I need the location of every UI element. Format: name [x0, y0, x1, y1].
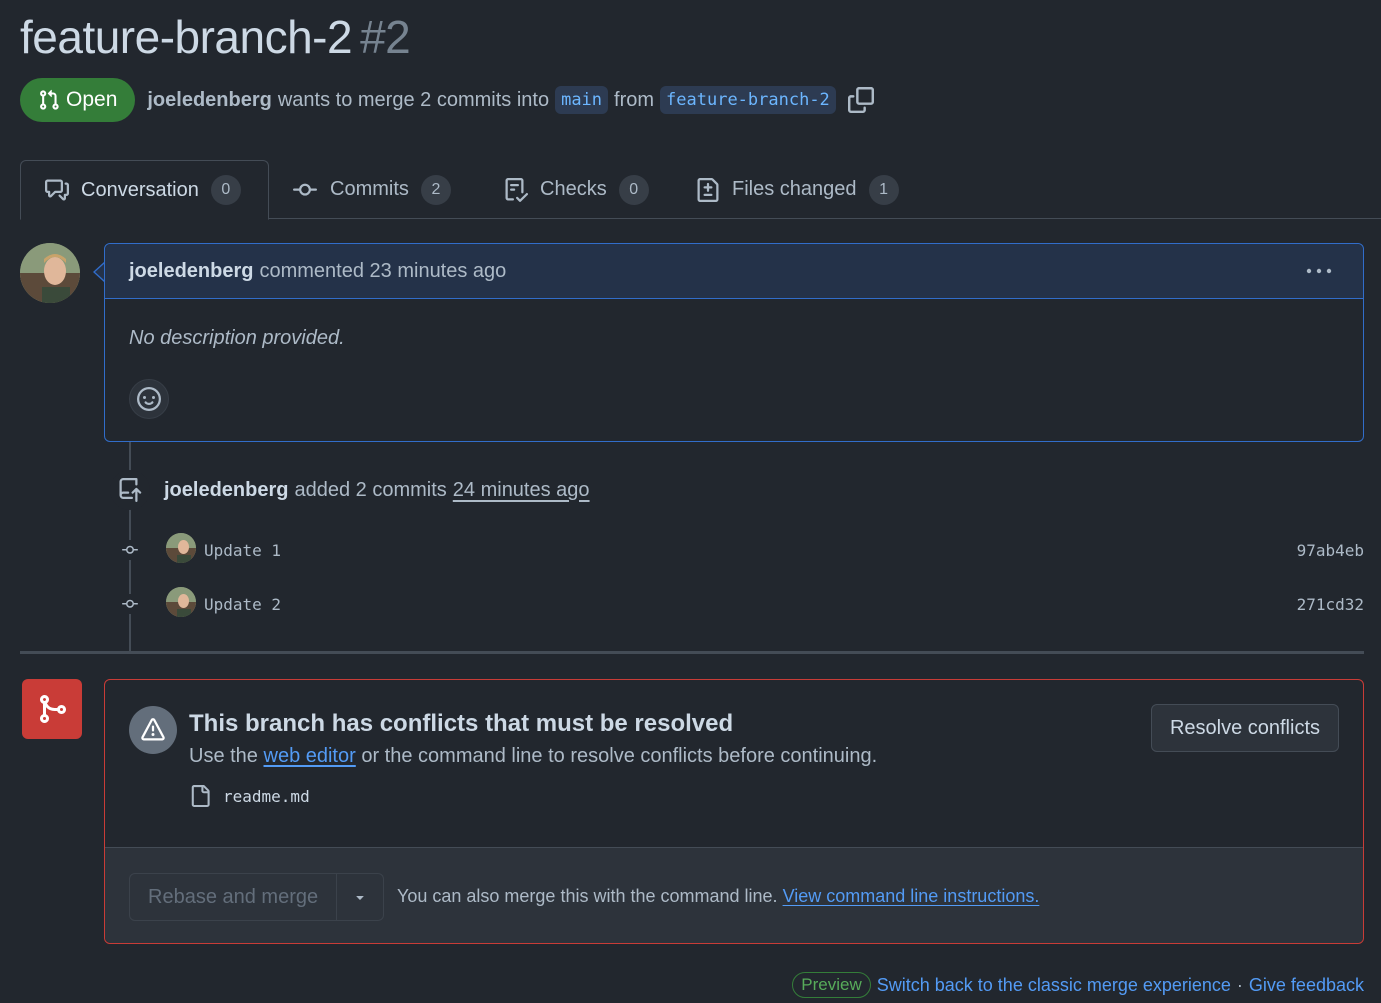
conflict-title: This branch has conflicts that must be r… [189, 710, 734, 737]
conflict-sub-prefix: Use the [189, 745, 258, 767]
tab-files-changed-count: 1 [868, 174, 899, 205]
classic-merge-link[interactable]: Switch back to the classic merge experie… [877, 975, 1231, 996]
git-commit-icon [122, 599, 138, 608]
tab-conversation-label: Conversation [81, 178, 199, 201]
state-badge-open: Open [20, 78, 136, 122]
pr-title-text: feature-branch-2 [20, 11, 353, 63]
conflict-file-item: readme.md [189, 784, 310, 808]
pr-meta-row: Open joeledenberg wants to merge 2 commi… [20, 78, 874, 122]
timeline-author-link[interactable]: joeledenberg [164, 479, 288, 502]
commit-author-avatar[interactable] [166, 533, 196, 563]
git-commit-icon-wrap [114, 540, 146, 560]
git-commit-icon [122, 545, 138, 554]
tab-checks[interactable]: Checks 0 [504, 160, 649, 219]
avatar-image [166, 587, 196, 617]
tab-files-changed[interactable]: Files changed 1 [696, 160, 899, 219]
commit-sha-link[interactable]: 97ab4eb [1297, 541, 1364, 560]
checklist-icon [505, 177, 528, 202]
add-reaction-button[interactable] [129, 379, 169, 419]
comment-header: joeledenberg commented 23 minutes ago [105, 244, 1363, 299]
pr-title: feature-branch-2 #2 [20, 10, 411, 64]
avatar-image [166, 533, 196, 563]
tab-commits-count: 2 [420, 174, 451, 205]
comment-options-button[interactable] [1305, 262, 1333, 280]
kebab-horizontal-icon [1306, 268, 1332, 274]
file-diff-icon [697, 177, 719, 202]
repo-push-icon [119, 478, 142, 502]
resolve-conflicts-button[interactable]: Resolve conflicts [1150, 704, 1339, 752]
git-commit-icon [293, 183, 317, 196]
give-feedback-link[interactable]: Give feedback [1249, 975, 1364, 996]
head-branch-tag[interactable]: feature-branch-2 [660, 86, 836, 114]
commit-row: Update 1 97ab4eb [114, 533, 1364, 567]
smiley-icon [137, 387, 161, 411]
timeline-push-event: joeledenberg added 2 commits 24 minutes … [110, 470, 590, 510]
preview-badge: Preview [792, 972, 871, 998]
commit-message-link[interactable]: Update 1 [204, 541, 281, 560]
git-merge-icon [40, 695, 67, 723]
merge-status-icon [22, 679, 82, 739]
conflict-description: Use the web editor or the command line t… [189, 745, 877, 768]
tab-conversation[interactable]: Conversation 0 [20, 160, 269, 220]
tab-commits[interactable]: Commits 2 [292, 160, 451, 219]
pr-author-link[interactable]: joeledenberg [147, 89, 271, 112]
tab-files-changed-label: Files changed [732, 178, 857, 200]
alert-icon-wrap [129, 706, 177, 754]
footer-separator: · [1236, 974, 1243, 995]
tab-checks-label: Checks [540, 178, 607, 200]
timeline-divider [20, 651, 1364, 654]
repo-push-icon-wrap [110, 470, 150, 510]
conflict-sub-suffix: or the command line to resolve conflicts… [361, 745, 878, 767]
comment-discussion-icon [45, 179, 69, 201]
avatar-image [20, 243, 80, 303]
merge-footer: Rebase and merge You can also merge this… [105, 847, 1363, 943]
timeline-time-link[interactable]: 24 minutes ago [453, 479, 590, 502]
from-text: from [614, 88, 655, 111]
triangle-down-icon [356, 896, 364, 900]
web-editor-link[interactable]: web editor [264, 745, 356, 767]
comment-body: No description provided. [129, 327, 345, 349]
timeline-action: added 2 commits [294, 478, 447, 501]
commit-author-avatar[interactable] [166, 587, 196, 617]
merge-description: wants to merge 2 commits into [277, 88, 550, 111]
file-icon [191, 785, 210, 807]
merge-split-button: Rebase and merge [129, 873, 385, 921]
git-pull-request-icon [40, 89, 59, 110]
merge-method-dropdown[interactable] [337, 874, 383, 920]
alert-icon [141, 718, 165, 741]
pr-tabs: Conversation 0 Commits 2 Checks 0 Files … [20, 160, 1381, 220]
state-label: Open [66, 88, 118, 111]
merge-box: This branch has conflicts that must be r… [104, 679, 1364, 944]
git-commit-icon-wrap [114, 594, 146, 614]
comment-timestamp: commented 23 minutes ago [259, 259, 507, 282]
merge-hint: You can also merge this with the command… [397, 886, 1039, 907]
commit-row: Update 2 271cd32 [114, 587, 1364, 621]
tab-checks-count: 0 [618, 174, 649, 205]
merge-hint-text: You can also merge this with the command… [397, 886, 778, 906]
comment-author-avatar[interactable] [20, 243, 80, 303]
pr-number: #2 [360, 11, 411, 63]
commit-sha-link[interactable]: 271cd32 [1297, 595, 1364, 614]
comment-author-link[interactable]: joeledenberg [129, 260, 253, 283]
base-branch-tag[interactable]: main [555, 86, 609, 114]
comment-box: joeledenberg commented 23 minutes ago No… [104, 243, 1364, 442]
rebase-and-merge-button[interactable]: Rebase and merge [130, 874, 338, 920]
tab-commits-label: Commits [330, 178, 409, 200]
copy-icon [847, 87, 874, 113]
conflict-file-name: readme.md [223, 786, 310, 806]
merge-experience-footer: Preview Switch back to the classic merge… [792, 972, 1364, 998]
command-line-instructions-link[interactable]: View command line instructions. [783, 886, 1040, 906]
commit-message-link[interactable]: Update 2 [204, 595, 281, 614]
tab-conversation-count: 0 [210, 175, 241, 205]
copy-branch-button[interactable] [847, 87, 874, 113]
